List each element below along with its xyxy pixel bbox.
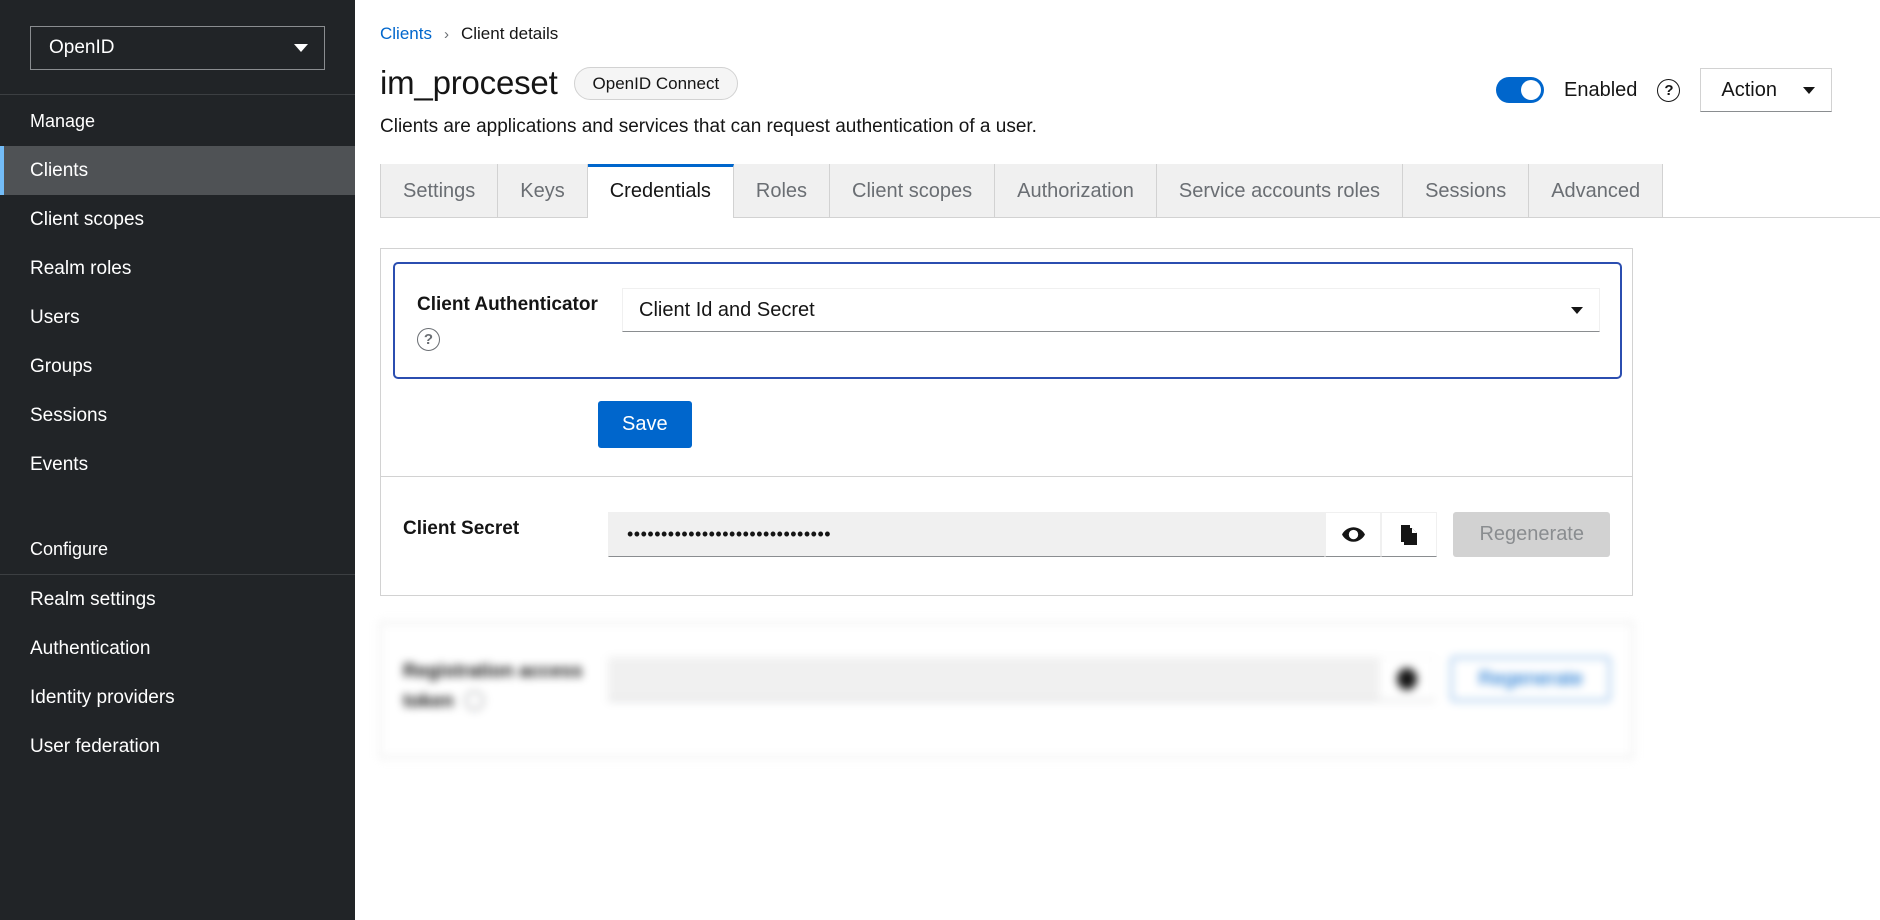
client-authenticator-label: Client Authenticator xyxy=(417,294,598,315)
sidebar-item-authentication[interactable]: Authentication xyxy=(0,624,355,673)
copy-icon xyxy=(1397,668,1418,690)
client-authenticator-value: Client Id and Secret xyxy=(639,298,815,321)
client-secret-label: Client Secret xyxy=(403,518,520,539)
tab-service-accounts-roles[interactable]: Service accounts roles xyxy=(1156,164,1404,218)
sidebar-item-realm-roles[interactable]: Realm roles xyxy=(0,244,355,293)
client-authenticator-select[interactable]: Client Id and Secret xyxy=(622,288,1600,332)
client-authenticator-field-group: Client Authenticator ? Client Id and Sec… xyxy=(393,262,1622,379)
client-secret-row: Client Secret ••••••••••••••••••••••••••… xyxy=(381,477,1632,595)
sidebar-item-groups[interactable]: Groups xyxy=(0,342,355,391)
breadcrumb-current: Client details xyxy=(460,24,559,43)
tab-settings[interactable]: Settings xyxy=(380,164,499,218)
registration-access-token-input[interactable] xyxy=(608,657,1380,701)
tab-label: Keys xyxy=(520,180,565,202)
sidebar-item-user-federation[interactable]: User federation xyxy=(0,722,355,771)
keycloak-admin-console: OpenID Manage Clients Client scopes Real… xyxy=(0,0,1880,920)
action-dropdown-button[interactable]: Action xyxy=(1700,68,1832,112)
tab-label: Sessions xyxy=(1425,180,1507,202)
eye-icon xyxy=(1342,527,1365,542)
tab-label: Roles xyxy=(755,180,808,202)
show-secret-button[interactable] xyxy=(1325,512,1382,557)
tab-keys[interactable]: Keys xyxy=(498,164,588,218)
registration-access-token-label: Registration access token xyxy=(403,661,583,712)
tab-roles[interactable]: Roles xyxy=(733,164,831,218)
main-content: Clients › Client details im_proceset Ope… xyxy=(355,0,1880,920)
sidebar-section-manage: Manage xyxy=(30,111,96,131)
realm-picker-container: OpenID xyxy=(0,0,355,94)
sidebar-item-clients[interactable]: Clients xyxy=(0,146,355,195)
enabled-toggle[interactable] xyxy=(1496,77,1544,103)
registration-access-token-row: Registration access token Regenerate xyxy=(381,623,1632,757)
question-circle-icon[interactable]: ? xyxy=(1657,78,1681,102)
client-authenticator-label-wrap: Client Authenticator ? xyxy=(417,288,622,351)
tab-authorization[interactable]: Authorization xyxy=(995,164,1157,218)
realm-selector-value: OpenID xyxy=(49,37,115,58)
sidebar-item-label: Clients xyxy=(30,160,89,181)
save-row: Save xyxy=(381,379,1632,476)
tab-credentials[interactable]: Credentials xyxy=(587,164,734,218)
copy-secret-button[interactable] xyxy=(1381,512,1438,557)
sidebar-item-label: Sessions xyxy=(30,405,108,426)
tab-label: Settings xyxy=(403,180,476,202)
tab-label: Authorization xyxy=(1017,180,1134,202)
caret-down-icon xyxy=(1571,306,1583,314)
sidebar-item-users[interactable]: Users xyxy=(0,293,355,342)
client-secret-input[interactable]: •••••••••••••••••••••••••••••• xyxy=(608,512,1326,557)
registration-access-token-label-wrap: Registration access token xyxy=(403,657,608,717)
question-circle-icon[interactable]: ? xyxy=(417,328,440,351)
question-circle-icon[interactable] xyxy=(464,691,484,710)
breadcrumb: Clients › Client details xyxy=(355,0,1880,44)
tab-label: Service accounts roles xyxy=(1178,180,1381,202)
sidebar-item-label: Realm roles xyxy=(30,258,132,279)
sidebar-item-label: Client scopes xyxy=(30,209,145,230)
page-header-actions: Enabled ? Action xyxy=(1496,68,1832,112)
sidebar-item-sessions[interactable]: Sessions xyxy=(0,391,355,440)
sidebar-item-label: Authentication xyxy=(30,638,151,659)
credentials-panel: Client Authenticator ? Client Id and Sec… xyxy=(355,218,1880,758)
regenerate-registration-token-button[interactable]: Regenerate xyxy=(1451,657,1610,701)
tab-advanced[interactable]: Advanced xyxy=(1529,164,1664,218)
sidebar-item-identity-providers[interactable]: Identity providers xyxy=(0,673,355,722)
save-button[interactable]: Save xyxy=(598,401,692,448)
sidebar-item-label: Events xyxy=(30,454,89,475)
caret-down-icon xyxy=(1803,86,1815,94)
copy-registration-token-button[interactable] xyxy=(1379,657,1436,701)
sidebar-section-configure: Configure xyxy=(30,539,109,559)
regenerate-secret-button[interactable]: Regenerate xyxy=(1453,512,1610,557)
chevron-right-icon: › xyxy=(443,25,449,43)
registration-access-token-card: Registration access token Regenerate xyxy=(380,622,1633,758)
credentials-card: Client Authenticator ? Client Id and Sec… xyxy=(380,248,1633,596)
sidebar: OpenID Manage Clients Client scopes Real… xyxy=(0,0,355,920)
enabled-toggle-label: Enabled xyxy=(1564,78,1638,101)
protocol-badge: OpenID Connect xyxy=(573,66,739,100)
chevron-down-icon xyxy=(294,44,308,52)
tab-label: Advanced xyxy=(1551,180,1641,202)
page-header: im_proceset OpenID Connect Clients are a… xyxy=(355,44,1880,138)
sidebar-item-client-scopes[interactable]: Client scopes xyxy=(0,195,355,244)
sidebar-item-events[interactable]: Events xyxy=(0,440,355,489)
action-dropdown-label: Action xyxy=(1721,78,1777,101)
client-secret-controls: •••••••••••••••••••••••••••••• Regenerat… xyxy=(608,512,1610,557)
tab-client-scopes[interactable]: Client scopes xyxy=(830,164,996,218)
sidebar-item-label: Identity providers xyxy=(30,687,175,708)
sidebar-item-label: User federation xyxy=(30,736,160,757)
tab-label: Credentials xyxy=(609,180,711,202)
sidebar-item-label: Groups xyxy=(30,356,93,377)
page-title: im_proceset xyxy=(380,64,558,101)
sidebar-item-label: Users xyxy=(30,307,80,328)
tab-sessions[interactable]: Sessions xyxy=(1403,164,1530,218)
tab-label: Client scopes xyxy=(852,180,973,202)
client-detail-tabs: Settings Keys Credentials Roles Client s… xyxy=(380,164,1880,218)
realm-selector[interactable]: OpenID xyxy=(30,26,325,70)
breadcrumb-link-clients[interactable]: Clients xyxy=(380,24,432,44)
sidebar-item-realm-settings[interactable]: Realm settings xyxy=(0,575,355,624)
copy-icon xyxy=(1401,524,1418,545)
toggle-knob xyxy=(1521,80,1541,100)
sidebar-item-label: Realm settings xyxy=(30,589,156,610)
